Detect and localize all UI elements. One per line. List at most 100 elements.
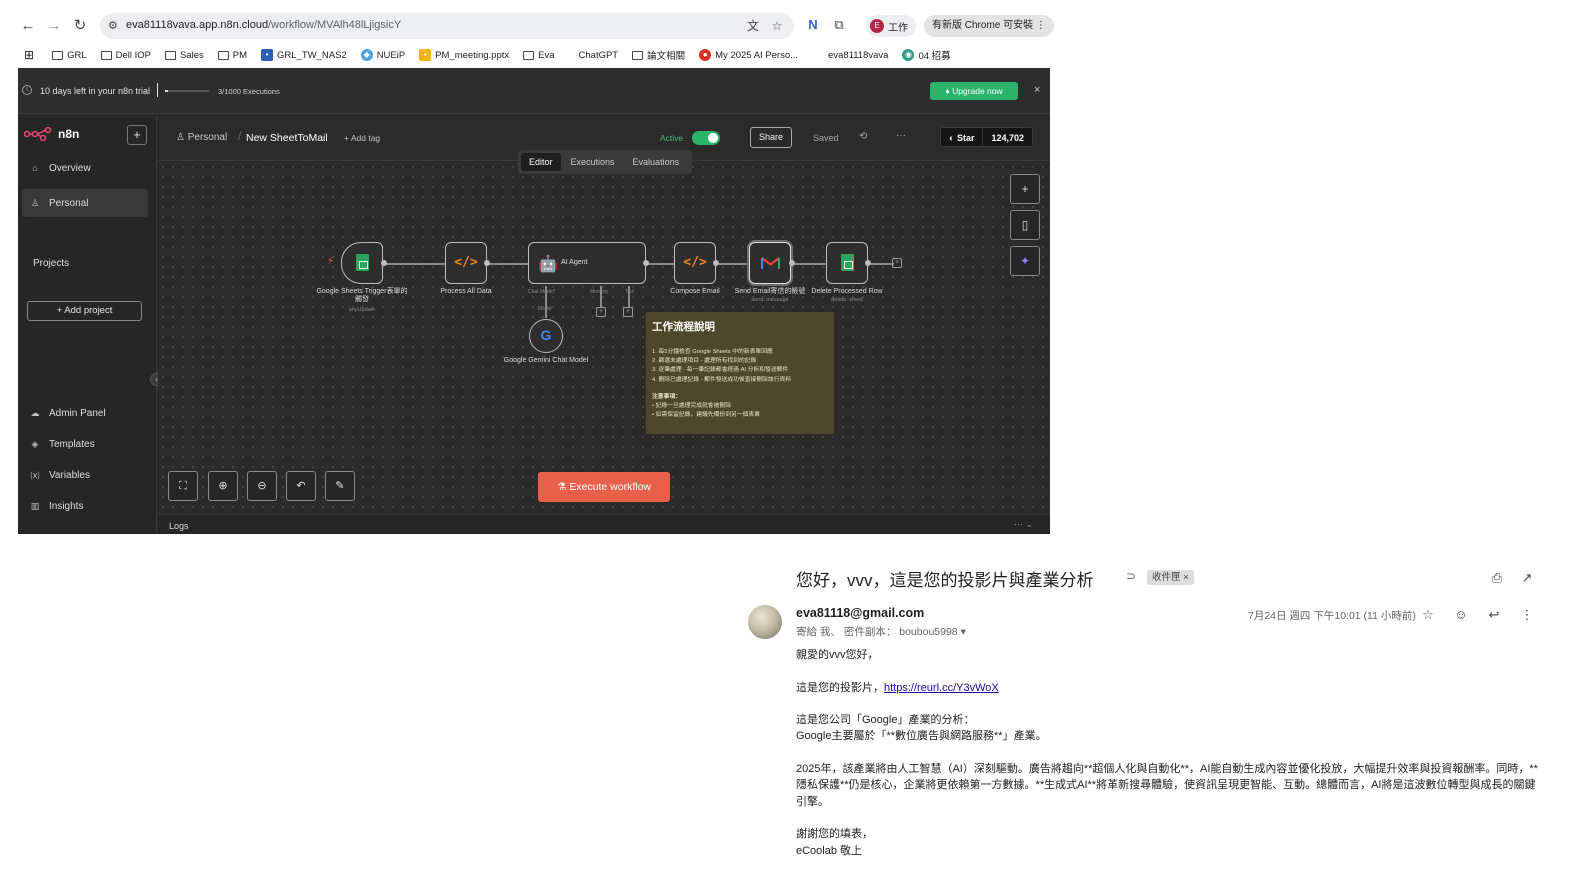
sidebar-item-admin-panel[interactable]: ☁ Admin Panel: [22, 399, 148, 427]
output-port[interactable]: [381, 260, 387, 266]
share-button[interactable]: Share: [750, 127, 792, 148]
node-process-all-data[interactable]: </>: [445, 242, 487, 284]
breadcrumb[interactable]: ♙ Personal: [176, 132, 227, 143]
more-options-icon[interactable]: ⋮: [1518, 606, 1536, 624]
sidebar-item-personal[interactable]: ♙ Personal: [22, 189, 148, 217]
bookmark-item[interactable]: ChatGPT: [579, 50, 619, 61]
reply-icon[interactable]: ↩: [1485, 606, 1503, 624]
workflow-name[interactable]: New SheetToMail: [246, 132, 328, 144]
star-icon[interactable]: ☆: [1419, 606, 1437, 624]
open-new-window-icon[interactable]: ↗: [1518, 569, 1536, 587]
bookmark-item[interactable]: ▪ PM_meeting.pptx: [419, 49, 509, 61]
bookmark-item[interactable]: Sales: [164, 50, 204, 61]
address-bar[interactable]: ⚙ eva81118vava.app.n8n.cloud/workflow/MV…: [100, 13, 794, 39]
add-node-button[interactable]: +: [1010, 174, 1040, 204]
node-compose-email[interactable]: </>: [674, 242, 716, 284]
email-paragraph: 2025年，該產業將由人工智慧（AI）深刻驅動。廣告將趨向**超個人化與自動化*…: [796, 763, 1538, 808]
node-send-email[interactable]: [749, 242, 791, 284]
update-chrome-button[interactable]: 有新版 Chrome 可安裝 ⋮: [924, 15, 1054, 37]
node-google-sheets-trigger[interactable]: [341, 242, 383, 284]
n8n-app: i 10 days left in your n8n trial 3/1000 …: [18, 68, 1050, 534]
n8n-logo[interactable]: n8n: [24, 127, 79, 141]
bookmark-item[interactable]: PM: [217, 50, 247, 61]
trigger-bolt-icon: ⚡: [327, 256, 335, 267]
workflow-canvas[interactable]: ⚡ Google Sheets Trigger表單的觸發 anyUpdate <…: [158, 162, 1050, 514]
bookmark-item[interactable]: ● My 2025 AI Perso...: [699, 49, 798, 61]
sticky-note[interactable]: 工作流程說明 1. 每5分鐘檢查 Google Sheets 中的新表單回應 2…: [646, 312, 834, 434]
node-ai-agent[interactable]: 🤖 AI Agent: [528, 242, 646, 284]
logs-controls[interactable]: ··· ⌄: [1014, 519, 1033, 530]
forward-icon[interactable]: →: [44, 16, 64, 36]
output-port[interactable]: [484, 260, 490, 266]
extension-n-icon[interactable]: N: [804, 16, 822, 34]
zoom-out-button[interactable]: ⊖: [247, 471, 277, 501]
inbox-label[interactable]: 收件匣 ×: [1147, 570, 1194, 585]
executions-count: 3/1000 Executions: [218, 87, 280, 96]
bookmark-item[interactable]: eva81118vava: [828, 50, 888, 61]
github-star-button[interactable]: ◐ Star 124,702: [940, 127, 1033, 147]
emoji-reaction-icon[interactable]: ☺: [1452, 606, 1470, 624]
add-tag-link[interactable]: + Add tag: [344, 133, 380, 143]
sidebar-item-templates[interactable]: ◈ Templates: [22, 430, 148, 458]
sticky-note-button[interactable]: ▯: [1010, 210, 1040, 240]
output-port[interactable]: [865, 260, 871, 266]
bookmark-star-icon[interactable]: ☆: [769, 18, 785, 34]
node-delete-processed-row[interactable]: [826, 242, 868, 284]
tab-evaluations[interactable]: Evaluations: [625, 153, 688, 171]
print-icon[interactable]: ⎙: [1488, 569, 1506, 587]
sidebar-item-insights[interactable]: ▥ Insights: [22, 492, 148, 520]
tidy-up-button[interactable]: ✎: [325, 471, 355, 501]
bookmark-item[interactable]: Eva: [523, 50, 555, 61]
importance-marker-icon[interactable]: ⊃: [1126, 569, 1136, 583]
bookmark-item[interactable]: GRL: [52, 50, 87, 61]
ai-assistant-button[interactable]: ✦: [1010, 246, 1040, 276]
bookmark-item[interactable]: Dell IOP: [100, 50, 151, 61]
extensions-puzzle-icon[interactable]: ⧉: [830, 16, 848, 34]
trial-banner: i 10 days left in your n8n trial 3/1000 …: [18, 68, 1050, 114]
upgrade-now-button[interactable]: ♦ Upgrade now: [930, 82, 1018, 100]
email-subject: 您好，vvv，這是您的投影片與產業分析: [796, 571, 1094, 590]
back-icon[interactable]: ←: [18, 16, 38, 36]
execute-workflow-button[interactable]: ⚗ Execute workflow: [538, 472, 670, 502]
bookmark-item[interactable]: ◆ NUEiP: [360, 49, 405, 61]
tab-executions[interactable]: Executions: [563, 153, 623, 171]
active-toggle[interactable]: [692, 131, 720, 145]
output-port[interactable]: [789, 260, 795, 266]
sticky-note-item: • 如需保留記錄，建議先備份到另一個表單: [652, 412, 760, 419]
profile-chip[interactable]: E 工作: [866, 15, 916, 37]
fit-view-button[interactable]: ⛶: [168, 471, 198, 501]
add-tool-icon[interactable]: +: [623, 307, 633, 317]
bookmark-item[interactable]: ◉ 04 招募: [902, 48, 951, 62]
site-info-icon[interactable]: ⚙: [108, 19, 122, 33]
add-memory-icon[interactable]: +: [596, 307, 606, 317]
reload-icon[interactable]: ↻: [70, 16, 90, 36]
tab-editor[interactable]: Editor: [521, 153, 561, 171]
more-options-icon[interactable]: ···: [896, 130, 906, 141]
bookmark-item[interactable]: 論文相關: [632, 48, 685, 62]
sidebar-item-overview[interactable]: ⌂ Overview: [22, 154, 148, 182]
recipients[interactable]: 寄給 我、 密件副本： boubou5998 ▾: [796, 624, 966, 639]
logs-panel[interactable]: Logs ··· ⌄: [158, 514, 1050, 534]
apps-grid-icon[interactable]: ⊞: [24, 48, 34, 62]
add-node-icon[interactable]: +: [892, 258, 902, 268]
connection: [648, 263, 676, 265]
sticky-note-item: • 記錄一旦處理完成就會被刪除: [652, 402, 731, 409]
close-icon[interactable]: ×: [1034, 84, 1040, 96]
n8n-logo-icon: [24, 127, 52, 141]
sender-avatar[interactable]: [748, 605, 782, 639]
undo-button[interactable]: ↶: [286, 471, 316, 501]
translate-icon[interactable]: 文: [745, 18, 761, 34]
slides-link[interactable]: https://reurl.cc/Y3vWoX: [884, 682, 999, 694]
output-port[interactable]: [643, 260, 649, 266]
create-button[interactable]: +: [127, 125, 147, 145]
connection: [545, 286, 547, 318]
node-google-gemini-chat-model[interactable]: G: [529, 319, 563, 353]
node-label: Google Sheets Trigger表單的觸發: [316, 288, 408, 303]
output-port[interactable]: [713, 260, 719, 266]
folder-icon: [100, 50, 112, 60]
zoom-in-button[interactable]: ⊕: [208, 471, 238, 501]
bookmark-item[interactable]: ▪ GRL_TW_NAS2: [261, 49, 347, 61]
history-icon[interactable]: ⟲: [859, 131, 867, 142]
sidebar-item-variables[interactable]: ⒳ Variables: [22, 461, 148, 489]
add-project-button[interactable]: + Add project: [27, 301, 142, 321]
